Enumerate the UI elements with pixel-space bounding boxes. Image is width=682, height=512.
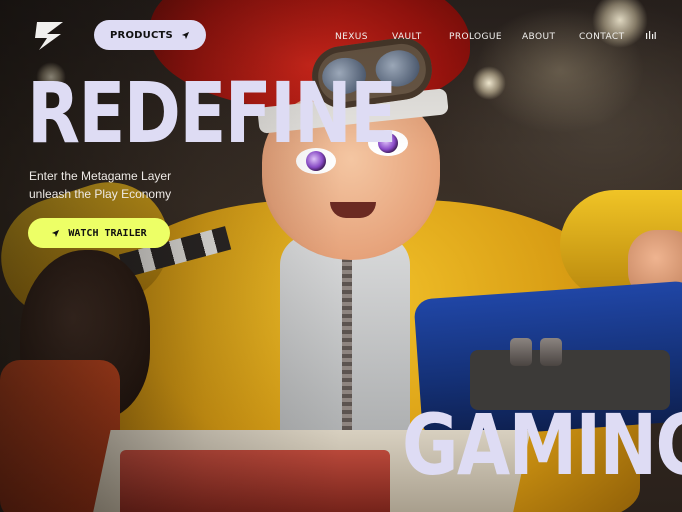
location-arrow-icon [52,229,60,237]
location-arrow-icon [181,31,190,39]
products-button[interactable]: PRODUCTS [94,20,206,50]
zap-logo-icon[interactable] [33,18,67,52]
tagline-line-2: unleash the Play Economy [29,187,172,201]
audio-bars-icon[interactable] [646,31,656,39]
nav-link-about[interactable]: ABOUT [522,32,555,42]
products-button-label: PRODUCTS [110,29,173,41]
nav-link-contact[interactable]: CONTACT [579,32,624,42]
nav-link-nexus[interactable]: NEXUS [335,32,368,42]
tagline-line-1: Enter the Metagame Layer [29,169,172,183]
watch-trailer-button[interactable]: WATCH TRAILER [28,218,170,248]
nav-link-vault[interactable]: VAULT [392,32,422,42]
watch-trailer-label: WATCH TRAILER [68,227,147,239]
hero-headline-bottom: GAMING [402,396,682,494]
hero-headline-top: REDEFINE [27,64,397,162]
hero-tagline: Enter the Metagame Layer unleash the Pla… [29,167,171,203]
nav-link-prologue[interactable]: PROLOGUE [449,32,502,42]
